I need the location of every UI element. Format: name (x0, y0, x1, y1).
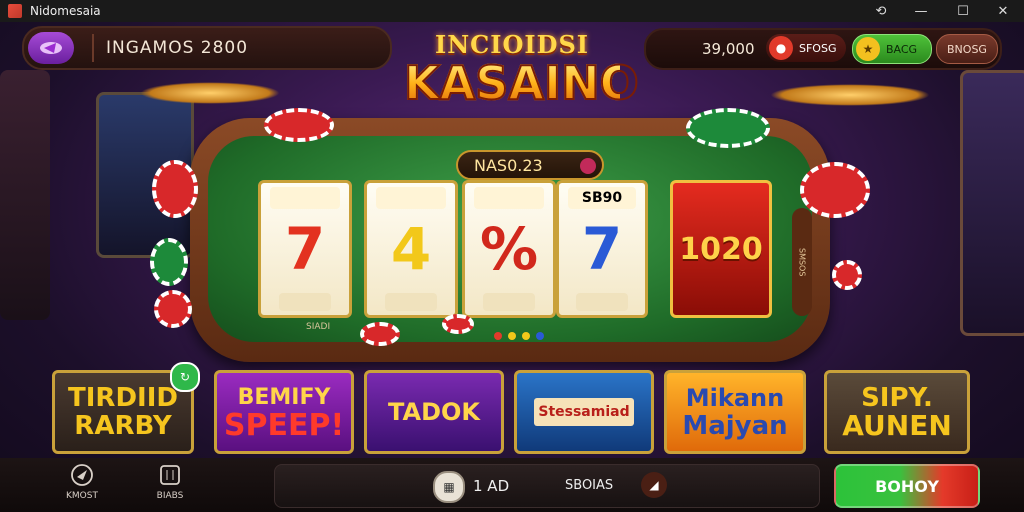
bet-value: 1 AD (473, 477, 510, 495)
game-title-line2: TADOK (387, 398, 480, 426)
nav-send[interactable]: KMOST (52, 462, 112, 508)
casino-logo: INCIOIDSI KASAINO (403, 30, 640, 126)
poker-chip-icon (154, 290, 192, 328)
restore-icon[interactable]: ⟲ (864, 0, 898, 22)
bet-bar: ▦ 1 AD SBOIAS ◢ (274, 464, 820, 508)
reel-cap (384, 293, 438, 311)
coins-pill[interactable]: ● SFOSG (766, 34, 846, 62)
minimize-icon[interactable]: — (904, 0, 938, 22)
win-amount: NAS0.23 (474, 155, 543, 175)
game-title-line2: SPEEP! (223, 408, 345, 443)
logo-title: KASAINO (403, 56, 640, 110)
reel-1: 7 (258, 180, 352, 318)
spin-button[interactable]: BOHOY (834, 464, 980, 508)
game-title-line1: SIPY. (861, 383, 933, 413)
poker-chip-icon (152, 160, 198, 218)
spin-lever[interactable]: SMSOS (792, 208, 812, 316)
win-display: NAS0.23 (456, 150, 604, 180)
poker-chip-icon (150, 238, 188, 286)
poker-chip-icon (686, 108, 770, 148)
app-icon (8, 4, 22, 18)
new-badge-icon: ↻ (170, 362, 200, 392)
game-title-line2: RARBY (74, 411, 172, 441)
window-title: Nidomesaia (30, 4, 101, 18)
slot-felt: NAS0.23 7 4 % SB90 7 1020 SMSOS SIADI (208, 136, 812, 342)
lever-label: SMSOS (797, 247, 807, 277)
payline-dot (536, 332, 544, 340)
window-titlebar: Nidomesaia ⟲ — ☐ ✕ (0, 0, 1024, 22)
currency-panel: 39,000 ● SFOSG ★ BACG BNOSG (644, 28, 1002, 70)
gems-label: BACG (886, 42, 918, 56)
nav-label: BIABS (156, 491, 184, 501)
payline-dot (494, 332, 502, 340)
felt-label: SIADI (306, 322, 331, 332)
win-indicator-icon (580, 158, 596, 174)
reel-cap (473, 187, 545, 209)
background-slot-machine (0, 70, 50, 320)
reel-cap (278, 293, 332, 311)
reel-5-bonus: 1020 (670, 180, 772, 318)
poker-chip-icon (832, 260, 862, 290)
reel-cap (269, 187, 341, 209)
player-name: INGAMOS 2800 (106, 38, 249, 58)
game-title-line2: AUNEN (842, 409, 952, 442)
game-tile[interactable]: TADOK (364, 370, 504, 454)
reel-symbol: 7 (581, 215, 623, 283)
rocket-icon (40, 42, 62, 54)
avatar[interactable] (28, 32, 74, 64)
reel-4: SB90 7 (556, 180, 648, 318)
reel-symbol: % (479, 215, 539, 283)
reel-cap (482, 293, 536, 311)
game-title-line1: TIRDIID (68, 383, 178, 413)
reel-symbol: 7 (284, 215, 326, 283)
nav-label: KMOST (66, 491, 98, 501)
poker-chip-icon (800, 162, 870, 218)
slots-icon (160, 465, 180, 485)
menu-label: BNOSG (947, 42, 987, 56)
divider (92, 34, 94, 62)
gems-pill[interactable]: ★ BACG (852, 34, 932, 64)
send-icon (71, 464, 93, 486)
reel-cap (576, 293, 628, 311)
payline-dot (508, 332, 516, 340)
poker-chip-icon (360, 322, 400, 346)
reel-cap (375, 187, 447, 209)
close-icon[interactable]: ✕ (986, 0, 1020, 22)
coin-stack-icon[interactable]: ▦ (433, 471, 465, 503)
payline-dot (522, 332, 530, 340)
ceiling-lamp (140, 82, 280, 104)
background-slot-machine (960, 70, 1024, 336)
coins-label: SFOSG (799, 41, 837, 55)
player-panel[interactable]: INGAMOS 2800 (22, 26, 392, 70)
nav-slots[interactable]: BIABS (140, 462, 200, 508)
bet-label: SBOIAS (565, 478, 614, 493)
game-tile[interactable]: SIPY. AUNEN (824, 370, 970, 454)
game-tile[interactable]: Stessamiad (514, 370, 654, 454)
spin-label: BOHOY (875, 476, 939, 496)
poker-chip-icon (442, 314, 474, 334)
game-title-line1: Mikann (685, 384, 785, 412)
game-tile[interactable]: BEMIFY SPEEP! (214, 370, 354, 454)
game-title-line2: Majyan (682, 411, 788, 441)
slot-machine-table: NAS0.23 7 4 % SB90 7 1020 SMSOS SIADI (190, 118, 830, 362)
maximize-icon[interactable]: ☐ (946, 0, 980, 22)
bet-adjust-icon[interactable]: ◢ (641, 472, 667, 498)
reel-3: % (462, 180, 556, 318)
balance-value: 39,000 (702, 40, 755, 58)
ceiling-lamp (770, 84, 930, 106)
reel-2: 4 (364, 180, 458, 318)
game-tile[interactable]: Mikann Majyan (664, 370, 806, 454)
reel-cap-label: SB90 (567, 187, 637, 209)
poker-chip-icon (264, 108, 334, 142)
gem-icon: ★ (856, 37, 880, 61)
payline-dots (494, 332, 544, 340)
menu-button[interactable]: BNOSG (936, 34, 998, 64)
reel-symbol: 1020 (679, 231, 763, 267)
logo-subtitle: INCIOIDSI (435, 30, 589, 59)
game-title-line2: Stessamiad (534, 398, 634, 426)
coin-icon: ● (769, 36, 793, 60)
reel-symbol: 4 (390, 215, 432, 283)
